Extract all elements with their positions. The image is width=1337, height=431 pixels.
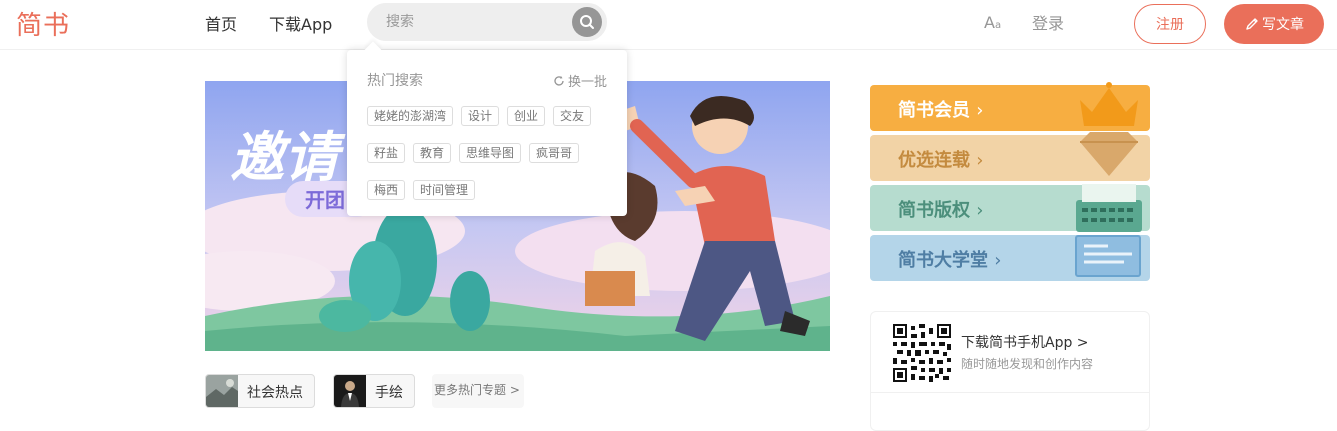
jianshu-logo[interactable]: 简书 — [16, 5, 70, 42]
hot-search-tag[interactable]: 籽盐 — [367, 143, 406, 163]
app-download-title[interactable]: 下载简书手机App > — [961, 332, 1089, 352]
write-article-button[interactable]: 写文章 — [1224, 4, 1324, 44]
hot-search-dropdown: 热门搜索 换一批 姥姥的澎湖湾 设计 创业 交友 籽盐 教育 思维导图 疯哥哥 … — [347, 50, 627, 216]
nav-download-app-link[interactable]: 下载App — [269, 11, 332, 35]
register-label: 注册 — [1156, 17, 1184, 33]
sidebar-card-membership[interactable]: 简书会员 › — [870, 85, 1150, 131]
pen-icon — [1246, 18, 1258, 30]
search-button[interactable] — [572, 7, 602, 37]
sidebar-card-label: 简书版权 › — [898, 200, 984, 221]
topic-thumbnail — [206, 375, 238, 407]
banner-headline-text: 邀请 — [230, 126, 346, 189]
register-button[interactable]: 注册 — [1134, 4, 1206, 44]
refresh-icon — [554, 75, 564, 86]
qr-code-icon — [893, 324, 951, 382]
topic-hand-drawing[interactable]: 手绘 — [333, 374, 415, 408]
hot-search-tag[interactable]: 姥姥的澎湖湾 — [367, 106, 454, 126]
hot-search-tag[interactable]: 教育 — [413, 143, 452, 163]
hot-search-tag[interactable]: 梅西 — [367, 180, 406, 200]
sidebar-card-serials[interactable]: 优选连载 › — [870, 135, 1150, 181]
write-article-label: 写文章 — [1262, 17, 1304, 33]
more-hot-topics-link[interactable]: 更多热门专题 > — [432, 374, 524, 408]
sidebar-card-copyright[interactable]: 简书版权 › — [870, 185, 1150, 231]
topic-name: 社会热点 — [247, 385, 303, 401]
app-download-subtitle: 随时随地发现和创作内容 — [961, 357, 1094, 371]
divider — [871, 392, 1149, 393]
topic-thumbnail — [334, 375, 366, 407]
topic-social-hotspot[interactable]: 社会热点 — [205, 374, 315, 408]
hot-search-tag[interactable]: 思维导图 — [459, 143, 522, 163]
search-box — [367, 3, 607, 41]
font-toggle-label: A — [984, 13, 995, 32]
banner-sub-text: 开团 — [305, 188, 345, 212]
search-icon — [580, 15, 594, 29]
nav-home-link[interactable]: 首页 — [205, 11, 237, 35]
font-size-toggle[interactable]: Aa — [984, 13, 1001, 32]
top-navbar: 简书 首页 下载App Aa 登录 注册 写文章 — [0, 0, 1337, 50]
hot-search-tag[interactable]: 交友 — [553, 106, 592, 126]
app-download-box[interactable]: 下载简书手机App > 随时随地发现和创作内容 — [870, 311, 1150, 431]
sidebar-card-label: 简书大学堂 › — [898, 250, 1002, 271]
sidebar-card-label: 简书会员 › — [898, 100, 984, 121]
search-input[interactable] — [386, 12, 566, 32]
hot-search-tag[interactable]: 设计 — [461, 106, 500, 126]
hot-search-title: 热门搜索 — [367, 73, 423, 89]
hot-search-refresh-button[interactable]: 换一批 — [553, 71, 607, 90]
hot-search-refresh-label: 换一批 — [567, 75, 607, 90]
login-link[interactable]: 登录 — [1032, 10, 1064, 34]
sidebar-card-label: 优选连载 › — [898, 150, 984, 171]
topic-name: 手绘 — [375, 385, 403, 401]
hot-search-tag[interactable]: 疯哥哥 — [529, 143, 580, 163]
sidebar-card-university[interactable]: 简书大学堂 › — [870, 235, 1150, 281]
font-toggle-label-small: a — [994, 20, 1002, 31]
hot-search-tag[interactable]: 创业 — [507, 106, 546, 126]
hot-search-tag[interactable]: 时间管理 — [413, 180, 476, 200]
